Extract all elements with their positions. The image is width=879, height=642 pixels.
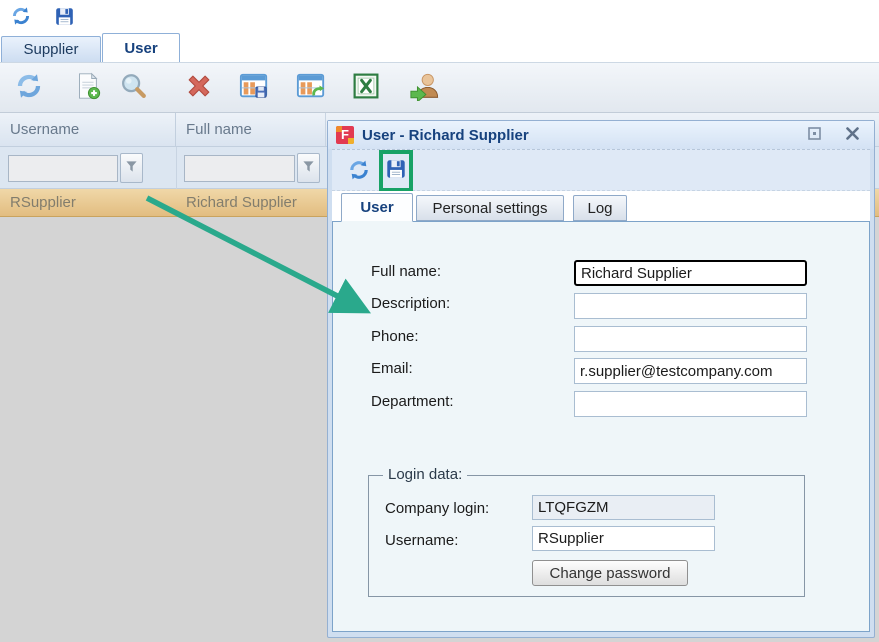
search-icon bbox=[118, 71, 148, 105]
column-header-username-label: Username bbox=[10, 121, 79, 138]
dialog-tab-user[interactable]: User bbox=[341, 193, 413, 222]
column-header-username[interactable]: Username bbox=[0, 113, 176, 146]
dialog-title: User - Richard Supplier bbox=[362, 127, 529, 144]
funnel-icon bbox=[125, 160, 138, 177]
save-icon bbox=[385, 158, 407, 184]
dialog-tab-personal-settings-label: Personal settings bbox=[432, 200, 547, 217]
username-filter-button[interactable] bbox=[120, 153, 143, 183]
full-name-filter-button[interactable] bbox=[297, 153, 320, 183]
login-data-legend: Login data: bbox=[383, 466, 467, 483]
dialog-tab-user-label: User bbox=[360, 199, 393, 216]
dialog-save-button[interactable] bbox=[385, 158, 407, 184]
export-excel-icon bbox=[352, 72, 380, 104]
company-login-label: Company login: bbox=[385, 500, 489, 517]
email-label: Email: bbox=[371, 360, 413, 377]
phone-input[interactable] bbox=[574, 326, 807, 352]
save-icon bbox=[54, 6, 75, 31]
department-input[interactable] bbox=[574, 391, 807, 417]
row-username-cell[interactable]: RSupplier bbox=[0, 194, 176, 211]
email-input[interactable] bbox=[574, 358, 807, 384]
reset-grid-layout-icon bbox=[296, 71, 326, 105]
save-grid-layout-icon bbox=[239, 71, 269, 105]
refresh-icon bbox=[10, 5, 32, 31]
grid-refresh-button[interactable] bbox=[10, 69, 48, 107]
app-logo-letter: F bbox=[336, 126, 354, 144]
login-data-groupbox: Login data: Company login: Username: Cha… bbox=[368, 475, 805, 597]
maximize-icon bbox=[808, 127, 821, 144]
column-header-full-name[interactable]: Full name bbox=[176, 113, 326, 146]
phone-label: Phone: bbox=[371, 328, 419, 345]
login-as-user-button[interactable] bbox=[405, 69, 443, 107]
annotation-highlight-box bbox=[379, 150, 413, 192]
close-icon bbox=[846, 127, 859, 144]
dialog-tab-content: Full name: Description: Phone: Email: De… bbox=[332, 221, 870, 632]
dialog-refresh-button[interactable] bbox=[346, 159, 372, 185]
login-as-user-icon bbox=[409, 71, 439, 105]
full-name-filter-input[interactable] bbox=[184, 155, 295, 182]
description-label: Description: bbox=[371, 295, 450, 312]
application-window: Supplier User Username Full name bbox=[0, 0, 879, 642]
close-button[interactable] bbox=[844, 127, 860, 143]
save-grid-layout-button[interactable] bbox=[235, 69, 273, 107]
top-toolbar bbox=[0, 0, 879, 33]
full-name-input[interactable] bbox=[574, 260, 807, 286]
delete-icon bbox=[184, 71, 214, 105]
change-password-button[interactable]: Change password bbox=[532, 560, 688, 586]
company-login-input[interactable] bbox=[532, 495, 715, 520]
department-label: Department: bbox=[371, 393, 454, 410]
dialog-tab-log[interactable]: Log bbox=[573, 195, 627, 221]
row-full-name-cell[interactable]: Richard Supplier bbox=[176, 194, 297, 211]
dialog-toolbar bbox=[332, 149, 870, 191]
user-dialog: F User - Richard Supplier U bbox=[327, 120, 875, 638]
refresh-icon bbox=[347, 158, 371, 186]
search-button[interactable] bbox=[114, 69, 152, 107]
tab-user-label: User bbox=[124, 40, 157, 57]
funnel-icon bbox=[302, 160, 315, 177]
tab-supplier-label: Supplier bbox=[23, 41, 78, 58]
new-record-icon bbox=[72, 71, 102, 105]
column-header-full-name-label: Full name bbox=[186, 121, 252, 138]
dialog-titlebar[interactable]: F User - Richard Supplier bbox=[328, 121, 874, 149]
dialog-tab-log-label: Log bbox=[587, 200, 612, 217]
tab-supplier[interactable]: Supplier bbox=[1, 36, 101, 62]
grid-toolbar bbox=[0, 62, 879, 113]
dialog-body: User Personal settings Log Full name: De… bbox=[332, 149, 870, 632]
maximize-button[interactable] bbox=[806, 127, 822, 143]
app-logo-icon: F bbox=[336, 126, 354, 144]
delete-button[interactable] bbox=[180, 69, 218, 107]
tab-user[interactable]: User bbox=[102, 33, 180, 63]
new-record-button[interactable] bbox=[68, 69, 106, 107]
description-input[interactable] bbox=[574, 293, 807, 319]
reset-grid-layout-button[interactable] bbox=[292, 69, 330, 107]
username-label: Username: bbox=[385, 532, 458, 549]
export-excel-button[interactable] bbox=[347, 69, 385, 107]
dialog-tabstrip: User Personal settings Log bbox=[332, 191, 870, 221]
username-filter-input[interactable] bbox=[8, 155, 118, 182]
save-button[interactable] bbox=[51, 5, 77, 31]
refresh-icon bbox=[14, 71, 44, 105]
dialog-tab-personal-settings[interactable]: Personal settings bbox=[416, 195, 564, 221]
full-name-label: Full name: bbox=[371, 263, 441, 280]
column-divider bbox=[176, 147, 177, 189]
refresh-button[interactable] bbox=[8, 5, 34, 31]
username-input[interactable] bbox=[532, 526, 715, 551]
